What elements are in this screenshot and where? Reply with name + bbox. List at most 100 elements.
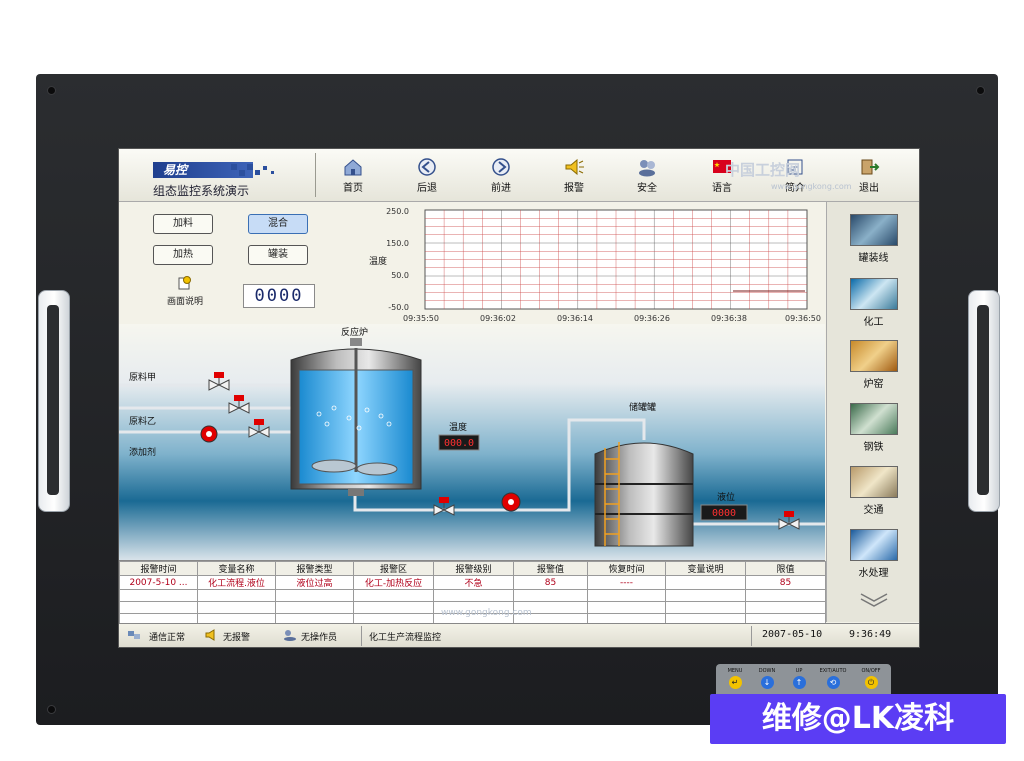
- nav-back-button[interactable]: 后退: [402, 157, 452, 197]
- screen-description-label[interactable]: 画面说明: [159, 294, 211, 307]
- reactor-motor: [350, 338, 362, 346]
- additive-label: 添加剂: [129, 446, 156, 458]
- xtick-label: 09:36:38: [711, 314, 747, 323]
- alarm-cell: 化工-加热反应: [353, 575, 434, 590]
- sidebar-item-label: 罐装线: [858, 253, 889, 264]
- app-title: 组态监控系统演示: [153, 184, 250, 198]
- alarm-cell: 2007-5-10 ...: [119, 575, 198, 590]
- communication-icon: [128, 631, 140, 639]
- sidebar-item-label: 交通: [863, 505, 884, 516]
- key-label: UP: [795, 668, 803, 674]
- material-b-label: 原料乙: [129, 415, 156, 427]
- nav-forward-button[interactable]: 前进: [476, 157, 526, 197]
- sidebar-item-traffic[interactable]: 交通: [827, 466, 919, 516]
- nav-home-button[interactable]: 首页: [328, 157, 378, 197]
- key-label: MENU: [727, 668, 743, 674]
- nav-alarm-button[interactable]: 报警: [549, 157, 599, 197]
- sidebar-item-water-treatment[interactable]: 水处理: [827, 529, 919, 579]
- power-key[interactable]: ON/OFF ⏻: [856, 668, 886, 689]
- up-key[interactable]: UP ↑: [786, 668, 812, 689]
- nav-label: 前进: [491, 183, 511, 194]
- alarm-header-row: 报警时间 变量名称 报警类型 报警区 报警级别 报警值 恢复时间 变量说明 限值: [119, 561, 826, 576]
- trend-xtick-labels: 09:35:50 09:36:02 09:36:14 09:36:26 09:3…: [403, 314, 821, 323]
- sidebar-item-label: 钢铁: [863, 442, 884, 453]
- temperature-trend-chart: 温度 250.0 150.0 50.0 -50.0 09:35:50 09:36…: [369, 207, 821, 323]
- watermark-url: www.gongkong.com: [771, 182, 852, 191]
- fill-button[interactable]: 罐装: [248, 245, 308, 265]
- nav-label: 首页: [343, 183, 363, 194]
- storage-tank-label: 储罐罐: [629, 401, 656, 413]
- toolbar-divider: [315, 153, 316, 197]
- ytick-label: 250.0: [386, 207, 409, 216]
- level-value: 0000: [712, 508, 736, 519]
- nav-security-button[interactable]: 安全: [622, 157, 672, 197]
- alarm-status-icon: [205, 629, 215, 641]
- exit-auto-key[interactable]: EXIT/AUTO ⟲: [818, 668, 848, 689]
- watermark-url: www.gongkong.com: [441, 608, 532, 618]
- alarm-col-header: 报警值: [513, 561, 588, 576]
- screen-description-icon[interactable]: [178, 276, 192, 290]
- mix-button[interactable]: 混合: [248, 214, 308, 234]
- power-key-icon: ⏻: [864, 676, 878, 689]
- ytick-label: -50.0: [388, 303, 409, 312]
- exit-auto-key-icon: ⟲: [826, 676, 840, 689]
- alarm-col-header: 报警级别: [433, 561, 514, 576]
- alarm-col-header: 限值: [745, 561, 826, 576]
- nav-label: 报警: [564, 183, 584, 194]
- alarm-status: 无报警: [223, 633, 251, 643]
- home-icon: [344, 159, 362, 176]
- xtick-label: 09:36:14: [557, 314, 593, 323]
- agitator-blade: [356, 462, 398, 476]
- temperature-value: 000.0: [444, 438, 474, 449]
- counter-display: 0000: [243, 284, 315, 308]
- status-time: 9:36:49: [849, 629, 892, 640]
- menu-key[interactable]: MENU ↵: [722, 668, 748, 689]
- users-icon: [639, 160, 655, 177]
- nav-exit-button[interactable]: 退出: [844, 157, 894, 197]
- down-key-icon: ↓: [760, 676, 774, 689]
- trend-grid: [425, 210, 807, 309]
- heat-button[interactable]: 加热: [153, 245, 213, 265]
- xtick-label: 09:36:26: [634, 314, 670, 323]
- alarm-col-header: 恢复时间: [587, 561, 666, 576]
- alarm-col-header: 报警时间: [119, 561, 198, 576]
- operator-status: 无操作员: [301, 633, 338, 643]
- sidebar-item-chemical[interactable]: 化工: [827, 278, 919, 328]
- sidebar-item-filling-line[interactable]: 罐装线: [827, 214, 919, 264]
- alarm-col-header: 变量说明: [665, 561, 746, 576]
- down-key[interactable]: DOWN ↓: [754, 668, 780, 689]
- chemical-icon: [849, 278, 898, 310]
- alarm-cell: ----: [587, 575, 666, 590]
- alarm-col-header: 报警区: [353, 561, 434, 576]
- feed-button[interactable]: 加料: [153, 214, 213, 234]
- alarm-cell: [665, 575, 746, 590]
- sidebar-item-kiln[interactable]: 炉窑: [827, 340, 919, 390]
- xtick-label: 09:36:50: [785, 314, 821, 323]
- status-bar: 通信正常 无报警 无操作员 化工生产流程监控 2007-05-10 9:36:4…: [119, 623, 919, 647]
- table-row[interactable]: [119, 589, 826, 602]
- key-label: DOWN: [758, 668, 776, 674]
- alarm-horn-icon: [565, 158, 584, 176]
- sidebar-item-label: 化工: [863, 317, 884, 328]
- scroll-down-chevron-icon[interactable]: [859, 592, 889, 608]
- filling-line-icon: [849, 214, 898, 246]
- operator-icon: [284, 630, 296, 641]
- sidebar-item-steel[interactable]: 钢铁: [827, 403, 919, 453]
- traffic-icon: [849, 466, 898, 498]
- menu-key-icon: ↵: [728, 676, 742, 689]
- comm-status: 通信正常: [149, 633, 186, 643]
- right-handle: [968, 290, 1000, 512]
- hmi-screen: 易控 组态监控系统演示 首页 后退 前进 报警 安全 语言 简介 退出 加料 混…: [118, 148, 920, 648]
- agitator-blade: [311, 459, 357, 473]
- forward-arrow-icon: [492, 158, 510, 176]
- alarm-table-panel: 报警时间 变量名称 报警类型 报警区 报警级别 报警值 恢复时间 变量说明 限值…: [119, 560, 826, 626]
- pump-feed[interactable]: [200, 425, 218, 443]
- pump-transfer[interactable]: [501, 492, 521, 512]
- table-row[interactable]: 2007-5-10 ... 化工流程.液位 液位过高 化工-加热反应 不急 85…: [119, 575, 826, 590]
- sidebar-item-label: 炉窑: [863, 379, 884, 390]
- alarm-col-header: 报警类型: [275, 561, 354, 576]
- alarm-cell: 85: [745, 575, 826, 590]
- ytick-label: 50.0: [391, 271, 409, 280]
- xtick-label: 09:35:50: [403, 314, 439, 323]
- watermark-brand: 中国工控网: [725, 161, 801, 179]
